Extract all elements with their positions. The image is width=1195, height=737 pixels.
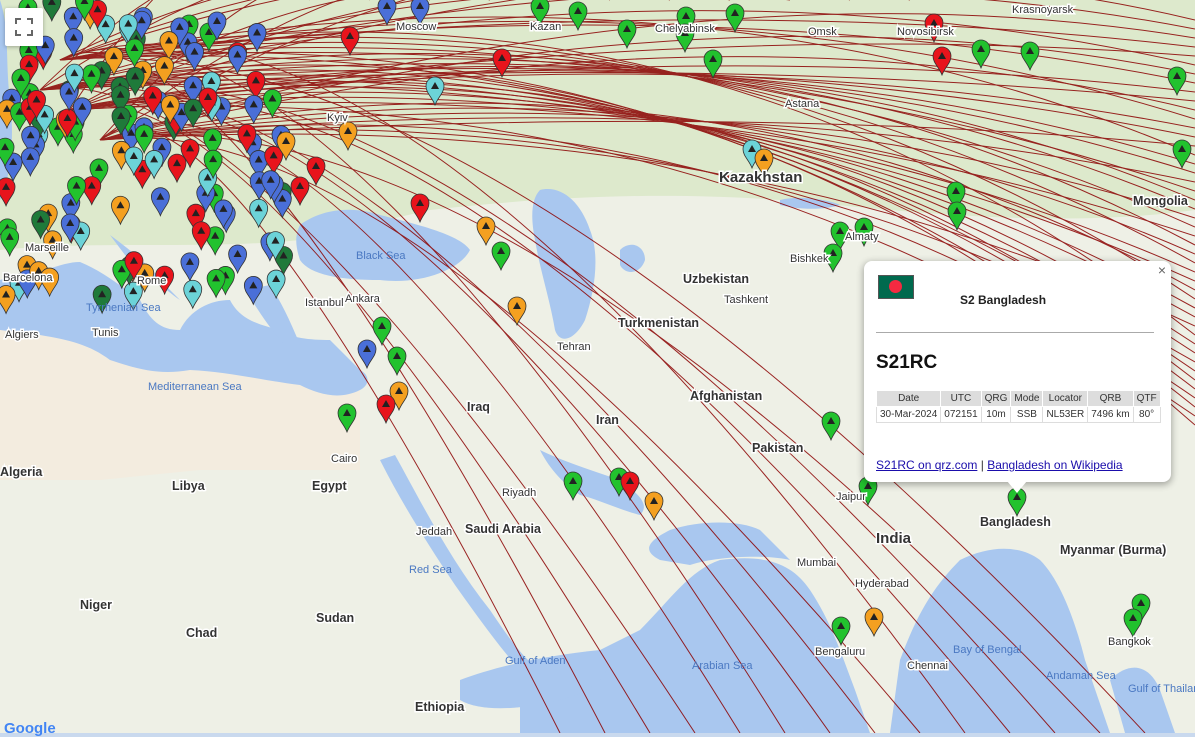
label-sea: Gulf of Aden bbox=[505, 655, 566, 667]
label-city: Kyiv bbox=[327, 112, 348, 124]
label-country: Afghanistan bbox=[690, 389, 762, 403]
bangladesh-flag-icon bbox=[878, 275, 914, 299]
label-sea: Gulf of Thailand bbox=[1128, 683, 1195, 695]
label-country: Ethiopia bbox=[415, 700, 465, 714]
cell-utc: 072151 bbox=[940, 406, 982, 423]
popup-tail bbox=[1007, 481, 1027, 493]
label-sea: Black Sea bbox=[356, 250, 406, 262]
label-sea: Red Sea bbox=[409, 564, 453, 576]
label-country: Iran bbox=[596, 413, 619, 427]
divider bbox=[876, 332, 1154, 333]
cell-qrg: 10m bbox=[980, 406, 1012, 423]
label-country: Kazakhstan bbox=[719, 169, 802, 186]
label-country: Uzbekistan bbox=[683, 272, 749, 286]
table-row: 30-Mar-2024 072151 10m SSB NL53ER 7496 k… bbox=[875, 406, 1161, 423]
label-city: Algiers bbox=[5, 329, 39, 341]
col-header: Mode bbox=[1010, 390, 1044, 407]
label-country: Libya bbox=[172, 479, 206, 493]
label-country: Algeria bbox=[0, 465, 43, 479]
label-country: Egypt bbox=[312, 479, 348, 493]
label-city: Barcelona bbox=[3, 272, 53, 284]
cell-qtf: 80° bbox=[1132, 406, 1161, 423]
label-country: Saudi Arabia bbox=[465, 522, 542, 536]
label-city: Istanbul bbox=[305, 297, 344, 309]
col-header: Locator bbox=[1042, 390, 1089, 407]
label-country: Turkmenistan bbox=[618, 316, 699, 330]
col-header: QRB bbox=[1087, 390, 1134, 407]
label-country: Iraq bbox=[467, 400, 490, 414]
label-city: Kazan bbox=[530, 21, 561, 33]
label-city: Omsk bbox=[808, 26, 837, 38]
label-city: Jaipur bbox=[836, 491, 866, 503]
col-header: Date bbox=[875, 390, 942, 407]
qso-table: Date UTC QRG Mode Locator QRB QTF 30-Mar… bbox=[875, 390, 1161, 423]
label-city: Ankara bbox=[345, 293, 381, 305]
label-country: India bbox=[876, 530, 912, 547]
label-city: Riyadh bbox=[502, 487, 536, 499]
wikipedia-link[interactable]: Bangladesh on Wikipedia bbox=[987, 458, 1122, 472]
label-city: Bishkek bbox=[790, 253, 829, 265]
fullscreen-icon bbox=[15, 18, 33, 36]
qso-table-header-row: Date UTC QRG Mode Locator QRB QTF bbox=[875, 390, 1161, 407]
label-city: Bengaluru bbox=[815, 646, 865, 658]
label-city: Jeddah bbox=[416, 526, 452, 538]
label-country: Chad bbox=[186, 626, 217, 640]
label-country: Bangladesh bbox=[980, 515, 1051, 529]
label-city: Astana bbox=[785, 98, 820, 110]
close-button[interactable]: × bbox=[1158, 262, 1166, 278]
label-sea: Andaman Sea bbox=[1046, 670, 1117, 682]
label-country: Myanmar (Burma) bbox=[1060, 543, 1166, 557]
label-city: Tunis bbox=[92, 327, 119, 339]
info-popup: × S2 Bangladesh S21RC Date UTC QRG Mode … bbox=[864, 261, 1171, 482]
label-city: Rome bbox=[137, 275, 166, 287]
label-city: Tashkent bbox=[724, 294, 768, 306]
label-country: Pakistan bbox=[752, 441, 803, 455]
label-country: Mongolia bbox=[1133, 194, 1189, 208]
label-city: Almaty bbox=[845, 231, 879, 243]
label-city: Bangkok bbox=[1108, 636, 1151, 648]
cell-mode: SSB bbox=[1010, 406, 1044, 423]
col-header: UTC bbox=[940, 390, 982, 407]
label-city: Moscow bbox=[396, 21, 436, 33]
label-sea: Bay of Bengal bbox=[953, 644, 1022, 656]
label-city: Cairo bbox=[331, 453, 357, 465]
qrz-link[interactable]: S21RC on qrz.com bbox=[876, 458, 977, 472]
cell-locator: NL53ER bbox=[1042, 406, 1089, 423]
label-city: Hyderabad bbox=[855, 578, 909, 590]
cell-qrb: 7496 km bbox=[1087, 406, 1134, 423]
col-header: QTF bbox=[1132, 390, 1161, 407]
label-sea: Mediterranean Sea bbox=[148, 381, 242, 393]
label-country: Sudan bbox=[316, 611, 354, 625]
popup-callsign: S21RC bbox=[876, 352, 938, 373]
label-city: Chennai bbox=[907, 660, 948, 672]
link-separator: | bbox=[980, 458, 984, 472]
google-logo: Google bbox=[4, 720, 56, 737]
label-city: Mumbai bbox=[797, 557, 836, 569]
label-city: Novosibirsk bbox=[897, 26, 954, 38]
fullscreen-button[interactable] bbox=[5, 8, 43, 46]
label-city: Marseille bbox=[25, 242, 69, 254]
col-header: QRG bbox=[980, 390, 1012, 407]
label-city: Chelyabinsk bbox=[655, 23, 715, 35]
cell-date: 30-Mar-2024 bbox=[875, 406, 942, 423]
label-sea: Tyrrhenian Sea bbox=[86, 302, 161, 314]
popup-country: S2 Bangladesh bbox=[960, 293, 1047, 307]
label-city: Krasnoyarsk bbox=[1012, 4, 1074, 16]
label-country: Niger bbox=[80, 598, 112, 612]
label-sea: Arabian Sea bbox=[692, 660, 753, 672]
label-city: Tehran bbox=[557, 341, 591, 353]
popup-links: S21RC on qrz.com | Bangladesh on Wikiped… bbox=[876, 458, 1123, 472]
